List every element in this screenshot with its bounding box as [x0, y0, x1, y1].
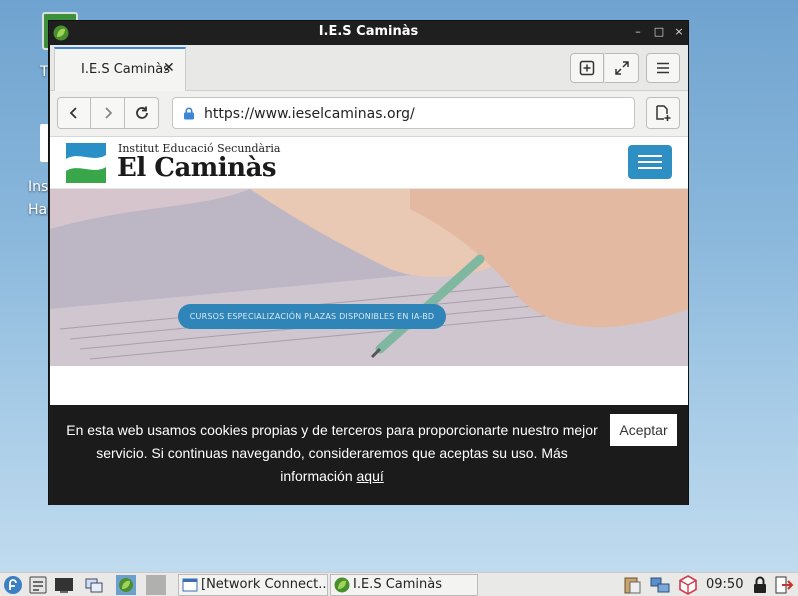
new-tab-icon	[579, 60, 595, 76]
system-menu-icon[interactable]	[3, 575, 23, 595]
menu-icon	[657, 62, 669, 74]
workspace-1-icon[interactable]	[116, 575, 136, 595]
tab-bar: I.E.S Caminàs ✕	[50, 45, 688, 91]
file-manager-icon[interactable]	[28, 575, 48, 595]
cookie-info-link[interactable]: aquí	[357, 468, 384, 484]
site-menu-button[interactable]	[628, 145, 672, 179]
fullscreen-button[interactable]	[605, 53, 639, 83]
leaf-icon	[334, 577, 350, 593]
forward-icon	[104, 107, 112, 119]
show-desktop-icon[interactable]	[84, 575, 104, 595]
hamburger-icon	[638, 167, 662, 169]
window-icon	[182, 578, 198, 592]
task-label: [Network Connect...	[201, 577, 328, 592]
lock-icon	[184, 107, 194, 120]
courses-banner-button[interactable]: CURSOS ESPECIALIZACIÓN PLAZAS DISPONIBLE…	[178, 304, 446, 329]
lock-screen-icon[interactable]	[750, 575, 770, 595]
accept-cookies-button[interactable]: Aceptar	[610, 414, 677, 446]
logo-title[interactable]: El Caminàs	[117, 153, 277, 183]
browser-window: I.E.S Caminàs – □ × I.E.S Caminàs ✕ http…	[48, 20, 689, 505]
network-icon[interactable]	[650, 575, 670, 595]
logout-icon[interactable]	[774, 575, 794, 595]
fullscreen-icon	[614, 61, 629, 75]
clipboard-icon[interactable]	[622, 575, 642, 595]
new-tab-button[interactable]	[570, 53, 604, 83]
clock[interactable]: 09:50	[706, 577, 743, 592]
close-window-button[interactable]: ×	[670, 23, 688, 41]
reload-icon	[135, 106, 148, 119]
back-button[interactable]	[57, 97, 91, 129]
navigation-bar: https://www.ieselcaminas.org/	[50, 91, 688, 137]
main-menu-button[interactable]	[646, 53, 680, 83]
add-bookmark-button[interactable]	[646, 97, 680, 129]
package-updates-icon[interactable]	[678, 575, 698, 595]
hamburger-icon	[638, 161, 662, 163]
minimize-button[interactable]: –	[629, 23, 647, 41]
tab-close-button[interactable]: ✕	[163, 60, 175, 76]
window-title: I.E.S Caminàs	[318, 24, 419, 39]
add-bookmark-icon	[656, 105, 671, 121]
cookie-banner: En esta web usamos cookies propias y de …	[50, 405, 688, 505]
taskbar-task-network[interactable]: [Network Connect...	[178, 574, 328, 596]
reload-button[interactable]	[125, 97, 159, 129]
window-titlebar[interactable]: I.E.S Caminàs – □ ×	[49, 21, 688, 45]
hero-banner: CURSOS ESPECIALIZACIÓN PLAZAS DISPONIBLE…	[50, 189, 688, 366]
forward-button[interactable]	[91, 97, 125, 129]
site-header: Institut Educació Secundària El Caminàs	[50, 137, 688, 189]
taskbar: [Network Connect... I.E.S Caminàs 09:50	[0, 572, 798, 596]
terminal-icon[interactable]	[54, 575, 74, 595]
tab-label: I.E.S Caminàs	[81, 62, 170, 77]
hamburger-icon	[638, 155, 662, 157]
maximize-button[interactable]: □	[650, 23, 668, 41]
workspace-2-icon[interactable]	[146, 575, 166, 595]
taskbar-task-browser[interactable]: I.E.S Caminàs	[330, 574, 478, 596]
back-icon	[69, 107, 77, 119]
cookie-message-text: En esta web usamos cookies propias y de …	[66, 422, 598, 484]
task-label: I.E.S Caminàs	[353, 577, 442, 592]
url-bar[interactable]: https://www.ieselcaminas.org/	[172, 97, 635, 129]
cookie-message: En esta web usamos cookies propias y de …	[62, 419, 602, 488]
tab-ies-caminas[interactable]: I.E.S Caminàs ✕	[54, 47, 186, 91]
school-logo-icon[interactable]	[66, 143, 106, 183]
hero-image	[50, 189, 688, 366]
url-text[interactable]: https://www.ieselcaminas.org/	[204, 106, 415, 122]
